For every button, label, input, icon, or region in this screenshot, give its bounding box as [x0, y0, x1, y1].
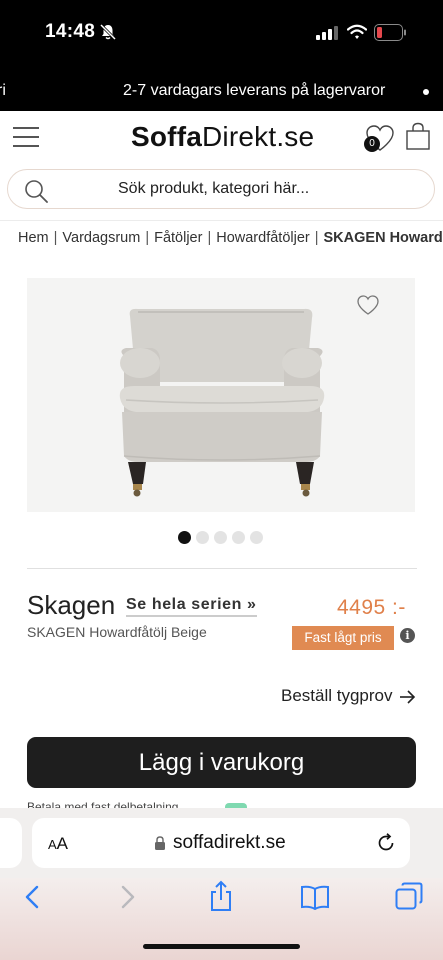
product-subtitle: SKAGEN Howardfåtölj Beige	[27, 624, 207, 640]
breadcrumb-howardfatoljer[interactable]: Howardfåtöljer	[216, 230, 310, 246]
see-series-link[interactable]: Se hela serien »	[126, 596, 257, 617]
gallery-dot-4[interactable]	[232, 531, 245, 544]
tabs-icon[interactable]	[395, 882, 423, 910]
breadcrumb-home[interactable]: Hem	[18, 230, 49, 246]
aa-big: A	[56, 834, 69, 853]
reload-icon[interactable]	[376, 833, 396, 853]
breadcrumb-separator: |	[145, 230, 150, 246]
logo-part-regular: Direkt.se	[202, 121, 315, 152]
url-text[interactable]: soffadirekt.se	[173, 832, 286, 854]
armchair-illustration	[119, 308, 325, 497]
gallery-dot-1[interactable]	[178, 531, 191, 544]
signal-icon	[316, 26, 338, 40]
product-name: Skagen	[27, 590, 116, 620]
site-header: SoffaDirekt.se 0 Sök produkt, kategori h…	[0, 111, 443, 221]
promo-text: 2-7 vardagars leverans på lagervaror	[123, 82, 386, 99]
bell-slash-icon	[99, 23, 117, 41]
wishlist-count-badge: 0	[364, 136, 380, 152]
aa-small: A	[48, 837, 57, 852]
promo-bar: ri 2-7 vardagars leverans på lagervaror	[0, 66, 443, 111]
promo-previous-fragment: ri	[0, 82, 6, 99]
home-indicator	[143, 944, 300, 949]
wifi-icon	[347, 24, 367, 39]
gallery-dot-3[interactable]	[214, 531, 227, 544]
battery-low-icon	[374, 24, 406, 41]
arrow-right-icon[interactable]	[398, 688, 416, 706]
gallery-dot-5[interactable]	[250, 531, 263, 544]
breadcrumb-current: SKAGEN Howardfåtölj Beige	[323, 230, 443, 246]
shopping-bag-icon[interactable]	[405, 122, 431, 150]
search-icon	[25, 180, 48, 203]
logo-part-bold: Soffa	[131, 121, 202, 152]
forward-icon[interactable]	[118, 884, 138, 910]
info-icon[interactable]: i	[400, 628, 415, 643]
breadcrumb-separator: |	[53, 230, 58, 246]
breadcrumb-separator: |	[207, 230, 212, 246]
status-time: 14:48	[45, 21, 96, 42]
gallery-dot-2[interactable]	[196, 531, 209, 544]
favorite-heart-icon[interactable]	[356, 294, 380, 316]
bookmarks-icon[interactable]	[300, 884, 330, 910]
previous-tab-preview[interactable]	[0, 818, 22, 868]
back-icon[interactable]	[22, 884, 42, 910]
lock-icon	[155, 836, 165, 850]
add-to-cart-button[interactable]: Lägg i varukorg	[27, 737, 416, 788]
search-input[interactable]: Sök produkt, kategori här...	[7, 169, 435, 209]
promo-dot	[423, 89, 429, 95]
breadcrumb-separator: |	[314, 230, 319, 246]
divider	[27, 568, 417, 569]
status-bar: 14:48	[0, 0, 443, 66]
search-placeholder: Sök produkt, kategori här...	[118, 180, 310, 197]
product-price: 4495 :-	[337, 596, 406, 619]
breadcrumb: Hem | Vardagsrum | Fåtöljer | Howardfåtöljer | S…	[18, 230, 443, 246]
share-icon[interactable]	[208, 880, 234, 912]
site-logo[interactable]: SoffaDirekt.se	[131, 121, 314, 153]
price-badge: Fast lågt pris	[292, 626, 394, 650]
hamburger-menu-icon[interactable]	[13, 125, 39, 149]
order-fabric-sample-link[interactable]: Beställ tygprov	[281, 686, 393, 706]
breadcrumb-vardagsrum[interactable]: Vardagsrum	[62, 230, 140, 246]
reader-aa-button[interactable]: AA	[48, 834, 68, 854]
breadcrumb-fatoljer[interactable]: Fåtöljer	[154, 230, 202, 246]
